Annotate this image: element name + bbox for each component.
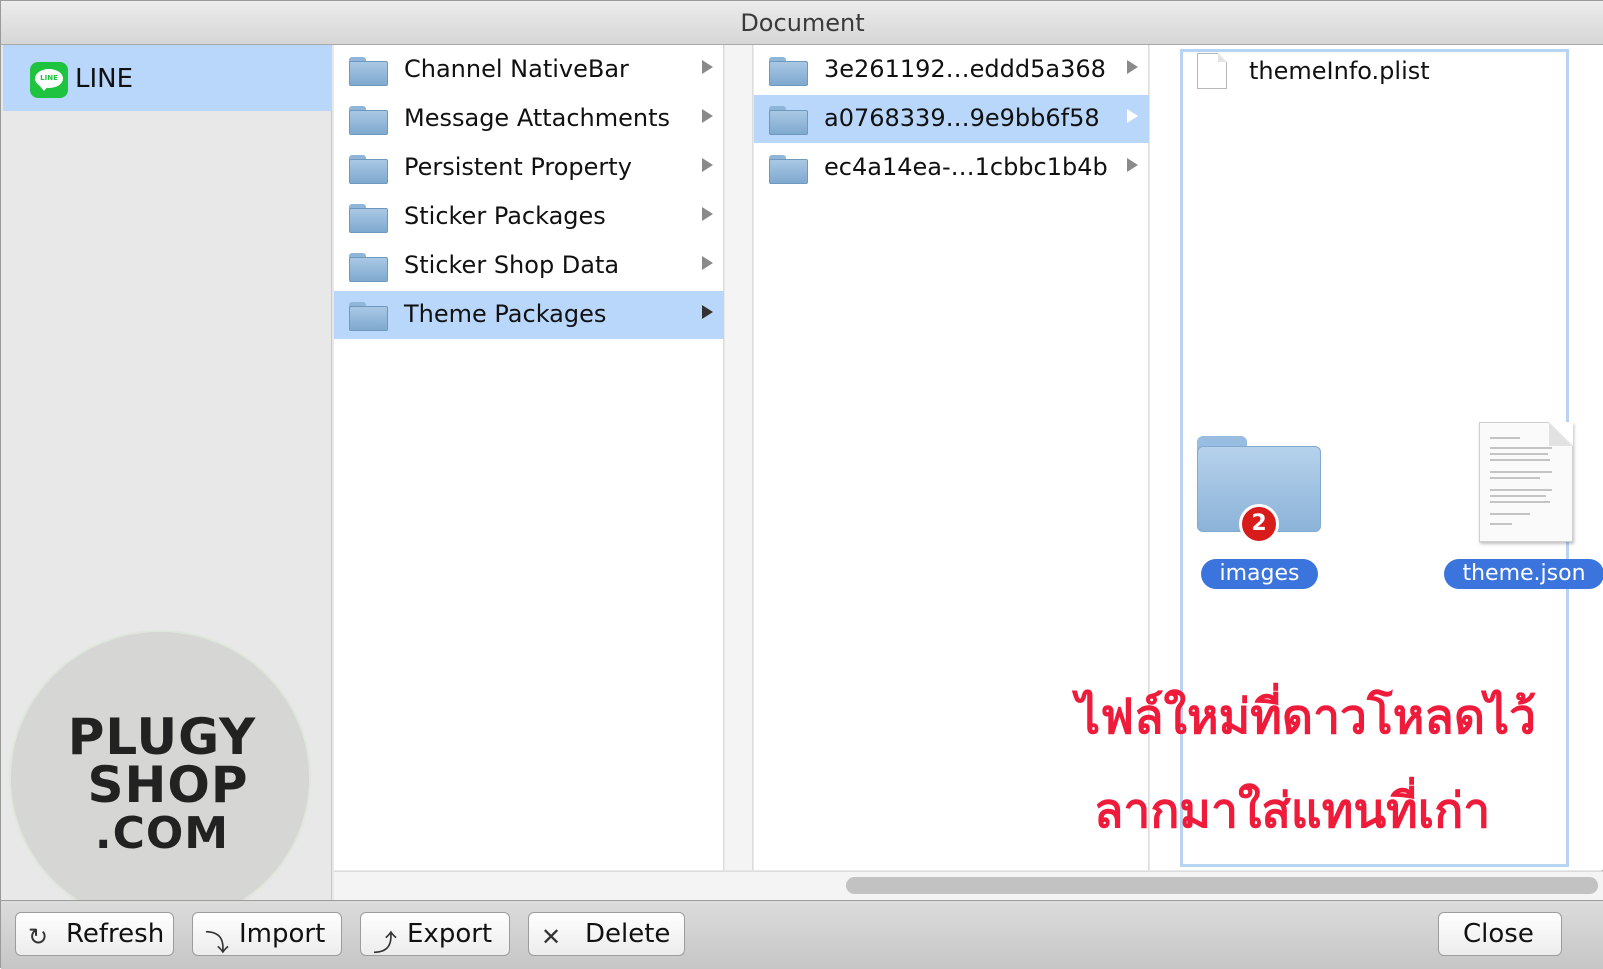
browser-column-1: Channel NativeBar Message Attachments Pe… xyxy=(334,45,724,870)
column-resize-gutter[interactable] xyxy=(725,45,753,870)
folder-name: Channel NativeBar xyxy=(404,55,629,83)
disclosure-arrow-icon xyxy=(702,109,713,123)
folder-icon xyxy=(769,106,808,135)
disclosure-arrow-icon xyxy=(1127,60,1138,74)
disclosure-arrow-icon xyxy=(1127,109,1138,123)
dragged-document-icon[interactable] xyxy=(1479,422,1573,542)
disclosure-arrow-icon xyxy=(702,207,713,221)
line-app-icon: LINE xyxy=(30,62,68,98)
export-icon: ⤴ xyxy=(373,929,397,957)
folder-icon xyxy=(769,155,808,184)
disclosure-arrow-icon xyxy=(702,256,713,270)
plugyshop-watermark-logo: PLUGY SHOP .COM xyxy=(9,630,311,926)
folder-name: a0768339…9e9bb6f58 xyxy=(824,104,1100,132)
folder-icon xyxy=(349,106,388,135)
folder-row[interactable]: Message Attachments xyxy=(334,95,724,143)
folder-name: Message Attachments xyxy=(404,104,671,132)
annotation-line-1: ไฟล์ใหม่ที่ดาวโหลดไว้ xyxy=(1076,689,1537,745)
folder-name: Persistent Property xyxy=(404,153,632,181)
folder-row[interactable]: Channel NativeBar xyxy=(334,46,724,94)
folder-row[interactable]: Sticker Packages xyxy=(334,193,724,241)
folder-row[interactable]: Persistent Property xyxy=(334,144,724,192)
folder-row[interactable]: ec4a14ea-…1cbbc1b4b xyxy=(754,144,1149,192)
import-button[interactable]: ⤵ Import xyxy=(192,912,342,957)
horizontal-scrollbar-thumb[interactable] xyxy=(846,877,1598,894)
folder-name: Sticker Shop Data xyxy=(404,251,620,279)
folder-row[interactable]: 3e261192…eddd5a368 xyxy=(754,46,1149,94)
folder-icon xyxy=(349,155,388,184)
refresh-label: Refresh xyxy=(66,919,165,949)
export-label: Export xyxy=(407,919,493,949)
folder-row-selected[interactable]: Theme Packages xyxy=(334,291,724,339)
close-label: Close xyxy=(1463,919,1534,949)
drag-count-badge: 2 xyxy=(1239,504,1279,544)
import-icon: ⤵ xyxy=(205,929,229,957)
delete-label: Delete xyxy=(585,919,671,949)
folder-icon xyxy=(349,204,388,233)
sidebar-item-label: LINE xyxy=(75,64,134,94)
delete-button[interactable]: ✕ Delete xyxy=(528,912,685,956)
export-button[interactable]: ⤴ Export xyxy=(360,912,510,957)
folder-icon xyxy=(349,57,388,86)
file-name[interactable]: themeInfo.plist xyxy=(1249,57,1430,85)
document-icon[interactable] xyxy=(1197,53,1227,89)
folder-icon xyxy=(349,253,388,282)
folder-row-selected[interactable]: a0768339…9e9bb6f58 xyxy=(754,95,1149,143)
sidebar-item-line[interactable]: LINE LINE xyxy=(3,45,332,111)
refresh-button[interactable]: ↻ Refresh xyxy=(15,912,174,956)
import-label: Import xyxy=(239,919,326,949)
document-window: Document LINE LINE PLUGY SHOP .COM Chann… xyxy=(0,0,1603,969)
dragged-file-label: theme.json xyxy=(1444,559,1603,589)
disclosure-arrow-icon xyxy=(702,60,713,74)
sidebar: LINE LINE PLUGY SHOP .COM xyxy=(3,45,332,926)
disclosure-arrow-icon xyxy=(702,158,713,172)
folder-icon xyxy=(349,302,388,331)
title-bar: Document xyxy=(1,1,1603,45)
dragged-folder-label: images xyxy=(1201,559,1318,589)
close-x-icon: ✕ xyxy=(541,923,562,951)
folder-icon xyxy=(769,57,808,86)
folder-name: 3e261192…eddd5a368 xyxy=(824,55,1106,83)
disclosure-arrow-icon xyxy=(702,305,713,319)
annotation-line-2: ลากมาใส่แทนที่เก่า xyxy=(1094,783,1491,839)
folder-row[interactable]: Sticker Shop Data xyxy=(334,242,724,290)
window-title: Document xyxy=(740,9,865,37)
refresh-icon: ↻ xyxy=(28,923,49,951)
folder-name: Sticker Packages xyxy=(404,202,606,230)
folder-name: ec4a14ea-…1cbbc1b4b xyxy=(824,153,1108,181)
folder-name: Theme Packages xyxy=(404,300,607,328)
close-button[interactable]: Close xyxy=(1438,912,1562,956)
disclosure-arrow-icon xyxy=(1127,158,1138,172)
